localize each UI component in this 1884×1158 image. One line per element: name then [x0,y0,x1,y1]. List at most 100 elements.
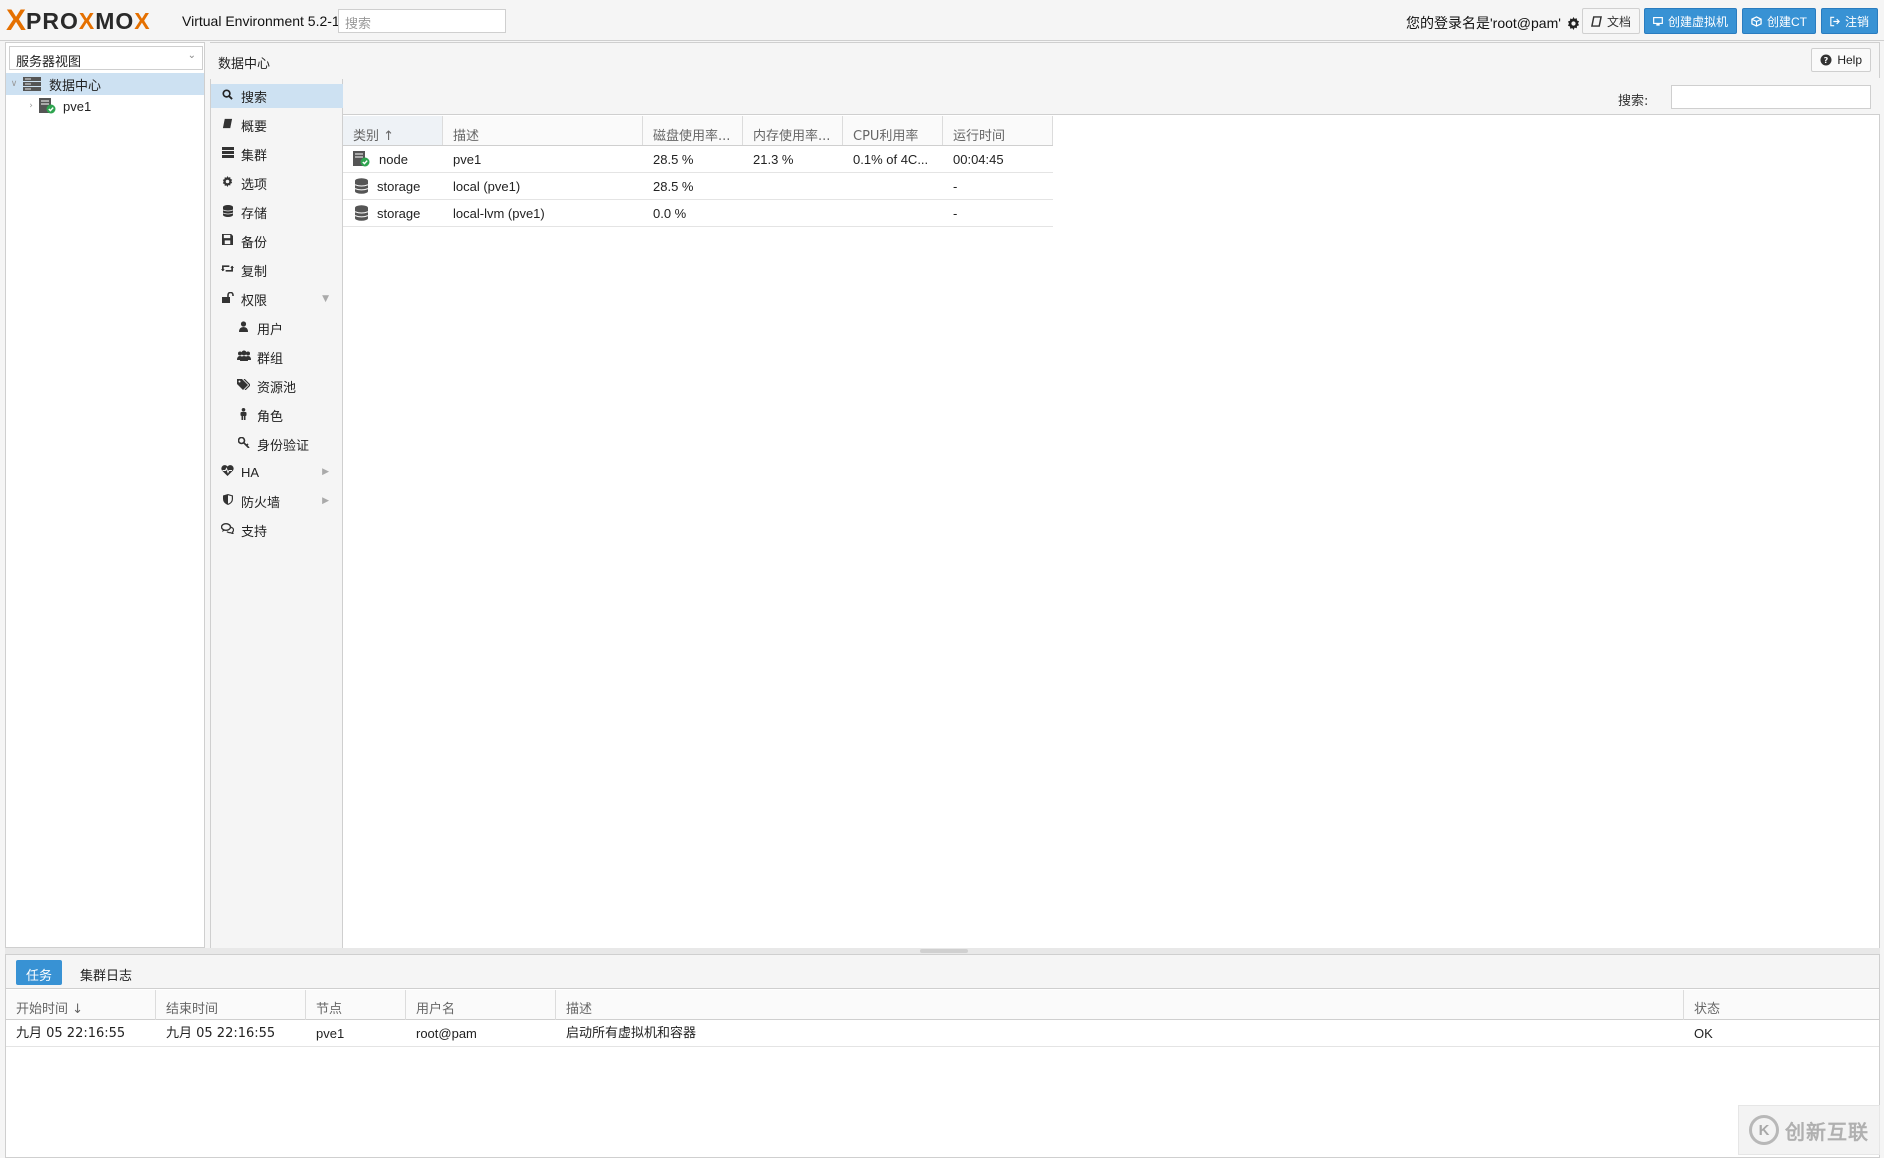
retweet-icon [221,263,234,277]
grid-toolbar: 搜索: [343,79,1880,115]
tags-icon [237,378,251,393]
cell-disk: 0.0 % [653,205,687,221]
desktop-icon [1653,16,1663,26]
cell-username: root@pam [416,1026,477,1041]
nav-item-support[interactable]: 支持 [211,518,343,542]
cell-cpu [843,173,943,199]
svg-text:?: ? [1824,56,1829,65]
watermark: K 创新互联 [1738,1105,1880,1155]
tree-item-pve1[interactable]: › pve1 [6,95,204,117]
cell-uptime: - [953,205,958,221]
view-selector[interactable]: 服务器视图 ⌄ [9,46,203,70]
create-vm-button[interactable]: 创建虚拟机 [1644,8,1737,34]
table-row[interactable]: storage local-lvm (pve1) 0.0 % - [343,200,1053,227]
sign-out-icon [1830,16,1840,26]
column-header-cpu[interactable]: CPU利用率 [843,116,943,145]
task-grid: 开始时间 ↓ 结束时间 节点 用户名 描述 状态 九月 05 22:16:55 … [6,990,1879,1047]
cell-disk: 28.5 % [653,178,694,194]
docs-button[interactable]: 文档 [1582,8,1640,34]
users-icon [237,350,251,364]
tree-item-datacenter[interactable]: ∨ 数据中心 [6,73,204,95]
table-row[interactable]: 九月 05 22:16:55 九月 05 22:16:55 pve1 root@… [6,1020,1879,1047]
create-ct-button[interactable]: 创建CT [1742,8,1816,34]
help-button[interactable]: ? Help [1811,48,1871,72]
database-icon [355,205,368,221]
global-search-input[interactable]: 搜索 [338,9,506,33]
tab-cluster-log[interactable]: 集群日志 [70,960,142,985]
nav-item-summary[interactable]: 概要 [211,113,343,137]
column-header-memory[interactable]: 内存使用率... [743,116,843,145]
floppy-icon [221,234,234,248]
column-header-node[interactable]: 节点 [306,990,406,1020]
search-label: 搜索: [1618,94,1649,109]
cell-disk: 28.5 % [653,151,694,167]
nav-item-users[interactable]: 用户 [211,316,343,340]
table-row[interactable]: node pve1 28.5 % 21.3 % 0.1% of 4C... 00… [343,146,1053,173]
cell-description: pve1 [453,151,482,167]
logout-button[interactable]: 注销 [1821,8,1878,34]
cell-type: node [379,151,408,167]
resource-grid: 类别 ↑ 描述 磁盘使用率... 内存使用率... CPU利用率 运行时间 no… [343,116,1053,227]
cell-uptime: 00:04:45 [953,151,1004,167]
gear-icon [221,176,234,190]
nav-item-permissions[interactable]: 权限 ▼ [211,287,343,311]
splitter-handle[interactable] [920,949,968,953]
content-header: 数据中心 ? Help [210,42,1880,78]
tab-tasks[interactable]: 任务 [16,960,63,985]
column-header-username[interactable]: 用户名 [406,990,556,1020]
database-icon [221,204,234,220]
datacenter-icon [23,77,41,91]
column-header-start-time[interactable]: 开始时间 ↓ [6,990,156,1020]
grid-search-input[interactable] [1671,85,1871,109]
shield-icon [221,494,234,508]
cell-memory [743,173,843,199]
column-header-description[interactable]: 描述 [443,116,643,145]
log-panel: 任务 集群日志 开始时间 ↓ 结束时间 节点 用户名 描述 状态 九月 05 2… [5,954,1880,1158]
chevron-right-icon[interactable]: ▶ [322,496,329,506]
nav-item-replication[interactable]: 复制 [211,258,343,282]
cube-icon [1751,15,1762,27]
cell-node: pve1 [316,1026,345,1041]
cell-end-time: 九月 05 22:16:55 [166,1026,276,1041]
cell-description: 启动所有虚拟机和容器 [566,1026,697,1041]
nav-item-storage[interactable]: 存储 [211,200,343,224]
gear-icon[interactable] [1567,16,1580,30]
chevron-down-icon[interactable]: ▼ [322,294,329,304]
column-header-status[interactable]: 状态 [1684,990,1879,1020]
unlock-icon [221,291,234,306]
column-header-disk[interactable]: 磁盘使用率... [643,116,743,145]
nav-item-cluster[interactable]: 集群 [211,142,343,166]
nav-item-roles[interactable]: 角色 [211,403,343,427]
column-header-type[interactable]: 类别 ↑ [343,116,443,145]
search-icon [221,89,234,103]
chevron-right-icon[interactable]: ▶ [322,467,329,477]
collapse-icon[interactable]: ∨ [9,79,19,89]
nav-item-authentication[interactable]: 身份验证 [211,432,343,456]
column-header-end-time[interactable]: 结束时间 [156,990,306,1020]
nav-item-search[interactable]: 搜索 [211,84,343,108]
search-content-panel: 搜索: 类别 ↑ 描述 磁盘使用率... 内存使用率... CPU利用率 运行时… [343,79,1880,948]
node-online-icon [353,151,370,167]
proxmox-logo[interactable]: X PROXMOX [6,6,151,36]
nav-item-firewall[interactable]: 防火墙 ▶ [211,489,343,513]
expand-icon[interactable]: › [26,101,36,111]
cell-uptime: - [953,178,958,194]
table-row[interactable]: storage local (pve1) 28.5 % - [343,173,1053,200]
task-grid-header: 开始时间 ↓ 结束时间 节点 用户名 描述 状态 [6,990,1879,1020]
top-bar: X PROXMOX Virtual Environment 5.2-1 搜索 您… [0,0,1884,41]
nav-item-options[interactable]: 选项 [211,171,343,195]
nav-item-pools[interactable]: 资源池 [211,374,343,398]
cell-type: storage [377,205,421,221]
cell-start-time: 九月 05 22:16:55 [16,1026,126,1041]
watermark-text: 创新互联 [1785,1119,1869,1144]
nav-item-backup[interactable]: 备份 [211,229,343,253]
nav-item-groups[interactable]: 群组 [211,345,343,369]
column-header-uptime[interactable]: 运行时间 [943,116,1053,145]
column-header-description[interactable]: 描述 [556,990,1684,1020]
page-title: 数据中心 [218,57,271,72]
logo-wordmark: PROXMOX [26,8,151,34]
user-label: 您的登录名是'root@pam' [1406,15,1561,31]
nav-item-ha[interactable]: HA ▶ [211,460,343,484]
database-icon [355,178,368,194]
cell-cpu [843,200,943,226]
